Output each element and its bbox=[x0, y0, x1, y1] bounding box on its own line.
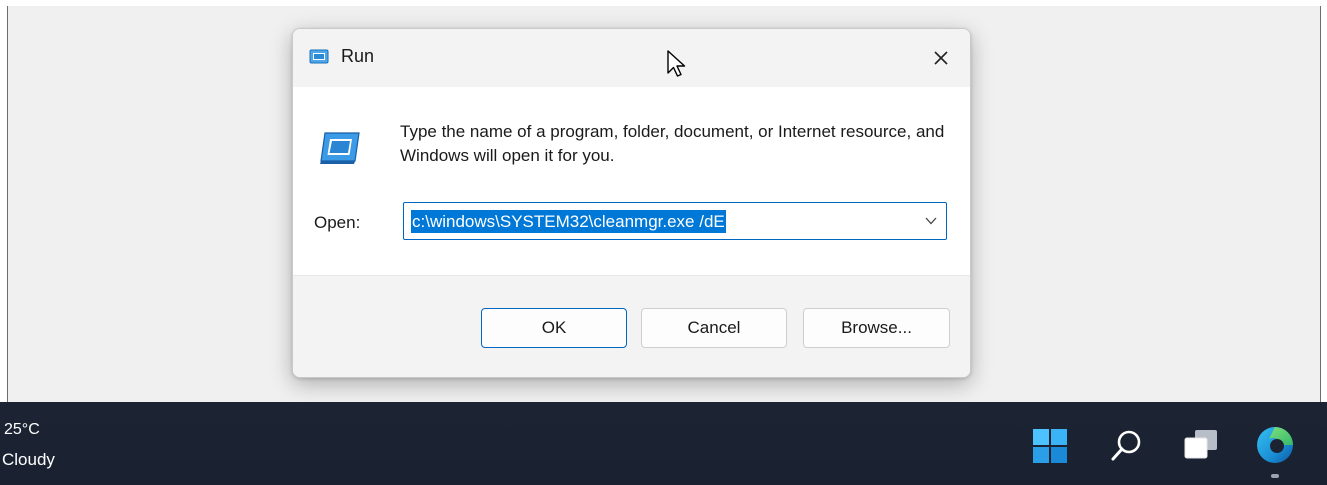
dialog-footer: OK Cancel Browse... bbox=[293, 275, 970, 377]
open-label: Open: bbox=[314, 213, 361, 232]
search-icon[interactable] bbox=[1110, 428, 1144, 464]
ok-button[interactable]: OK bbox=[481, 308, 627, 348]
task-view-icon[interactable] bbox=[1183, 428, 1219, 462]
weather-condition[interactable]: Cloudy bbox=[2, 450, 55, 470]
dialog-content: Type the name of a program, folder, docu… bbox=[293, 87, 970, 275]
run-dialog: Run Type the name of a program, folder, … bbox=[292, 28, 971, 378]
weather-temperature[interactable]: 25°C bbox=[4, 421, 40, 439]
dialog-titlebar[interactable]: Run bbox=[293, 29, 970, 87]
run-instructions: Type the name of a program, folder, docu… bbox=[400, 122, 945, 165]
cancel-button[interactable]: Cancel bbox=[641, 308, 787, 348]
dialog-title: Run bbox=[341, 46, 375, 66]
browse-button[interactable]: Browse... bbox=[803, 308, 950, 348]
command-text[interactable]: c:\windows\SYSTEM32\cleanmgr.exe /dE bbox=[411, 210, 726, 233]
mouse-pointer-icon bbox=[667, 50, 686, 77]
chevron-down-icon[interactable] bbox=[924, 215, 938, 227]
edge-active-indicator bbox=[1271, 474, 1279, 478]
open-command-input[interactable]: c:\windows\SYSTEM32\cleanmgr.exe /dE bbox=[403, 202, 947, 240]
run-app-icon bbox=[309, 49, 329, 64]
close-icon bbox=[934, 51, 948, 65]
edge-browser-icon[interactable] bbox=[1255, 425, 1295, 465]
close-button[interactable] bbox=[912, 29, 970, 87]
windows-start-icon[interactable] bbox=[1032, 428, 1068, 464]
run-program-icon bbox=[320, 132, 360, 164]
